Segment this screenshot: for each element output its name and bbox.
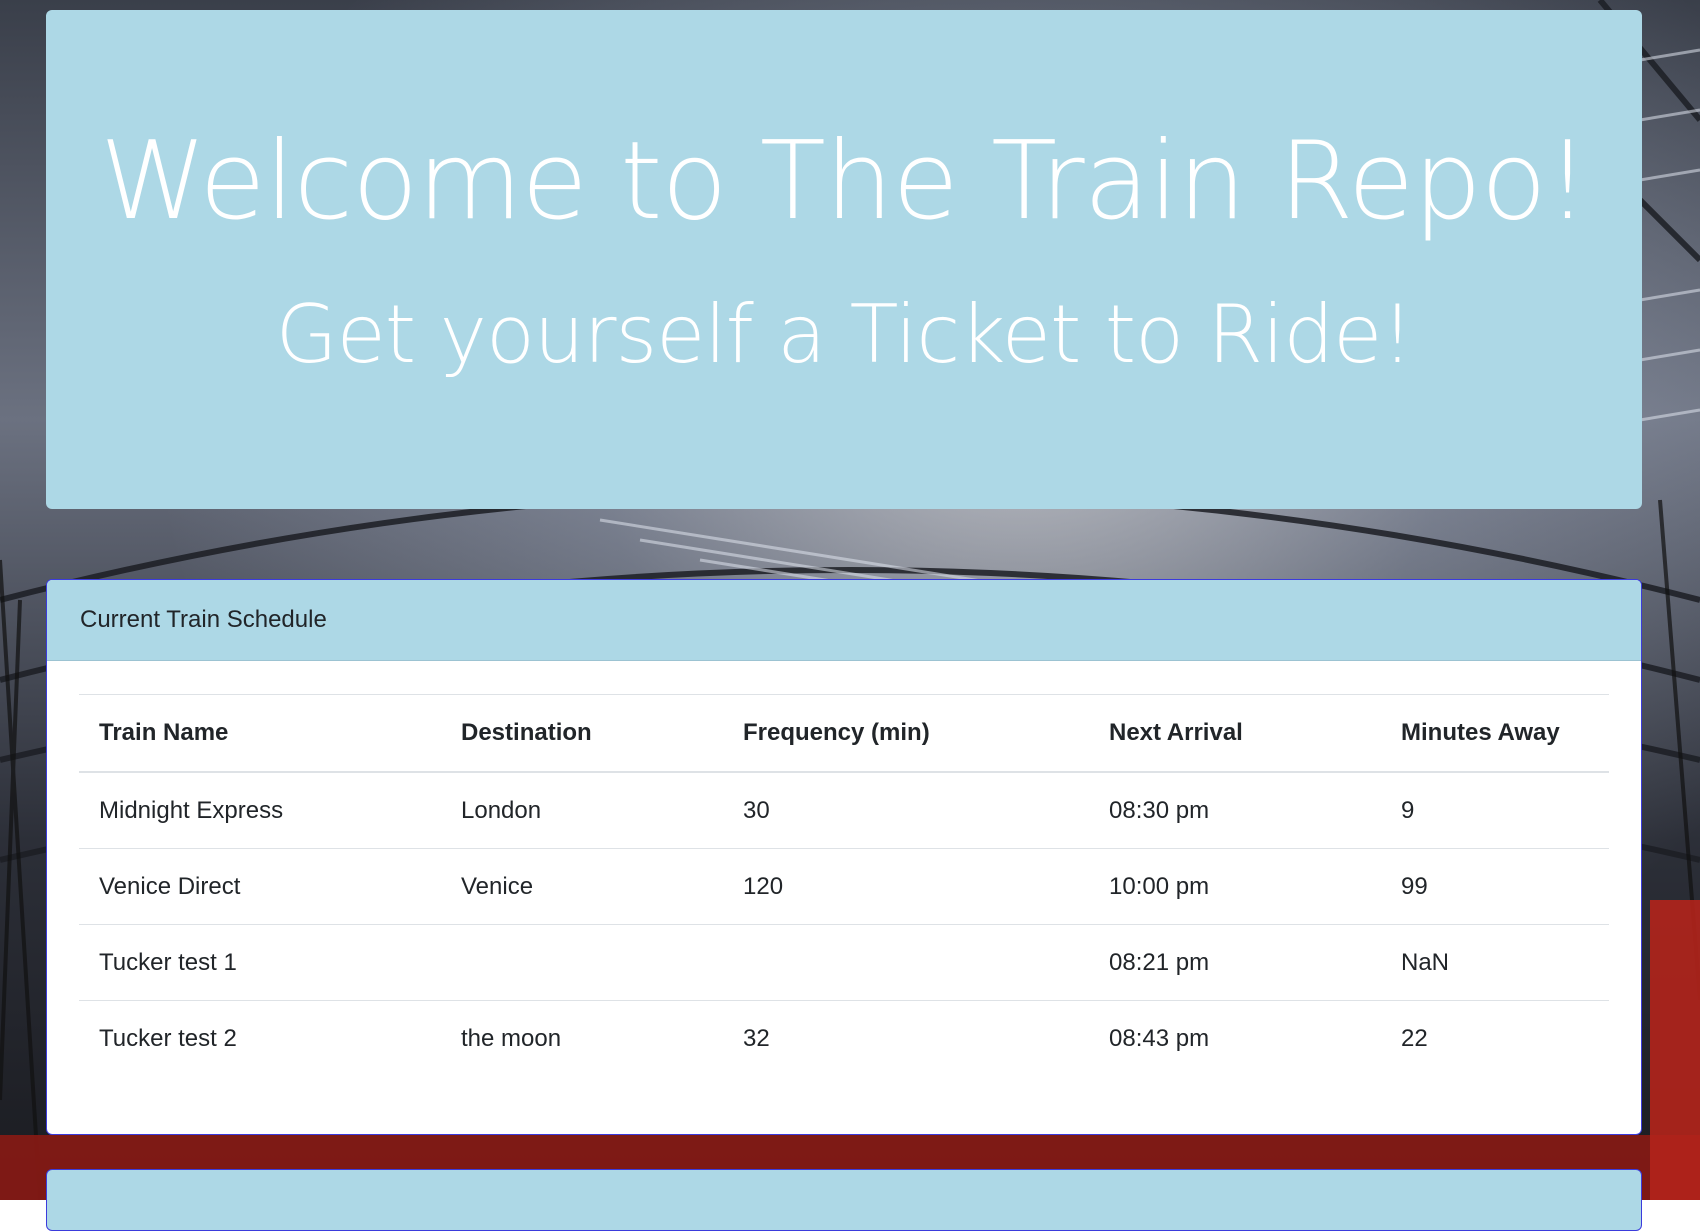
cell-minutes-away: NaN (1381, 924, 1609, 1001)
table-header-row: Train Name Destination Frequency (min) N… (79, 694, 1609, 773)
welcome-jumbotron: Welcome to The Train Repo! Get yourself … (46, 10, 1642, 509)
column-header-train-name: Train Name (79, 694, 441, 773)
cell-frequency: 120 (723, 848, 1089, 925)
column-header-next-arrival: Next Arrival (1089, 694, 1381, 773)
table-row: Midnight Express London 30 08:30 pm 9 (79, 771, 1609, 849)
cell-frequency (723, 924, 1089, 1001)
cell-next-arrival: 08:21 pm (1089, 924, 1381, 1001)
table-row: Tucker test 1 08:21 pm NaN (79, 924, 1609, 1001)
train-schedule-header: Current Train Schedule (47, 580, 1641, 661)
cell-minutes-away: 22 (1381, 1000, 1609, 1076)
column-header-minutes-away: Minutes Away (1381, 694, 1609, 773)
page-title: Welcome to The Train Repo! (99, 119, 1589, 244)
table-row: Tucker test 2 the moon 32 08:43 pm 22 (79, 1000, 1609, 1076)
table-row: Venice Direct Venice 120 10:00 pm 99 (79, 848, 1609, 925)
cell-next-arrival: 10:00 pm (1089, 848, 1381, 925)
add-train-card-header (46, 1169, 1642, 1231)
page-subtitle: Get yourself a Ticket to Ride! (275, 288, 1414, 381)
cell-train-name: Venice Direct (79, 848, 441, 925)
cell-minutes-away: 99 (1381, 848, 1609, 925)
cell-destination: London (441, 771, 723, 849)
cell-train-name: Tucker test 1 (79, 924, 441, 1001)
cell-train-name: Tucker test 2 (79, 1000, 441, 1076)
cell-frequency: 30 (723, 771, 1089, 849)
column-header-frequency: Frequency (min) (723, 694, 1089, 773)
train-schedule-table-wrapper: Train Name Destination Frequency (min) N… (79, 694, 1609, 1076)
cell-frequency: 32 (723, 1000, 1089, 1076)
cell-destination (441, 924, 723, 1001)
cell-next-arrival: 08:30 pm (1089, 771, 1381, 849)
cell-destination: the moon (441, 1000, 723, 1076)
column-header-destination: Destination (441, 694, 723, 773)
cell-next-arrival: 08:43 pm (1089, 1000, 1381, 1076)
cell-train-name: Midnight Express (79, 771, 441, 849)
cell-minutes-away: 9 (1381, 771, 1609, 849)
train-schedule-table: Train Name Destination Frequency (min) N… (79, 694, 1609, 1076)
cell-destination: Venice (441, 848, 723, 925)
train-schedule-card: Current Train Schedule Train Name Destin… (46, 579, 1642, 1135)
